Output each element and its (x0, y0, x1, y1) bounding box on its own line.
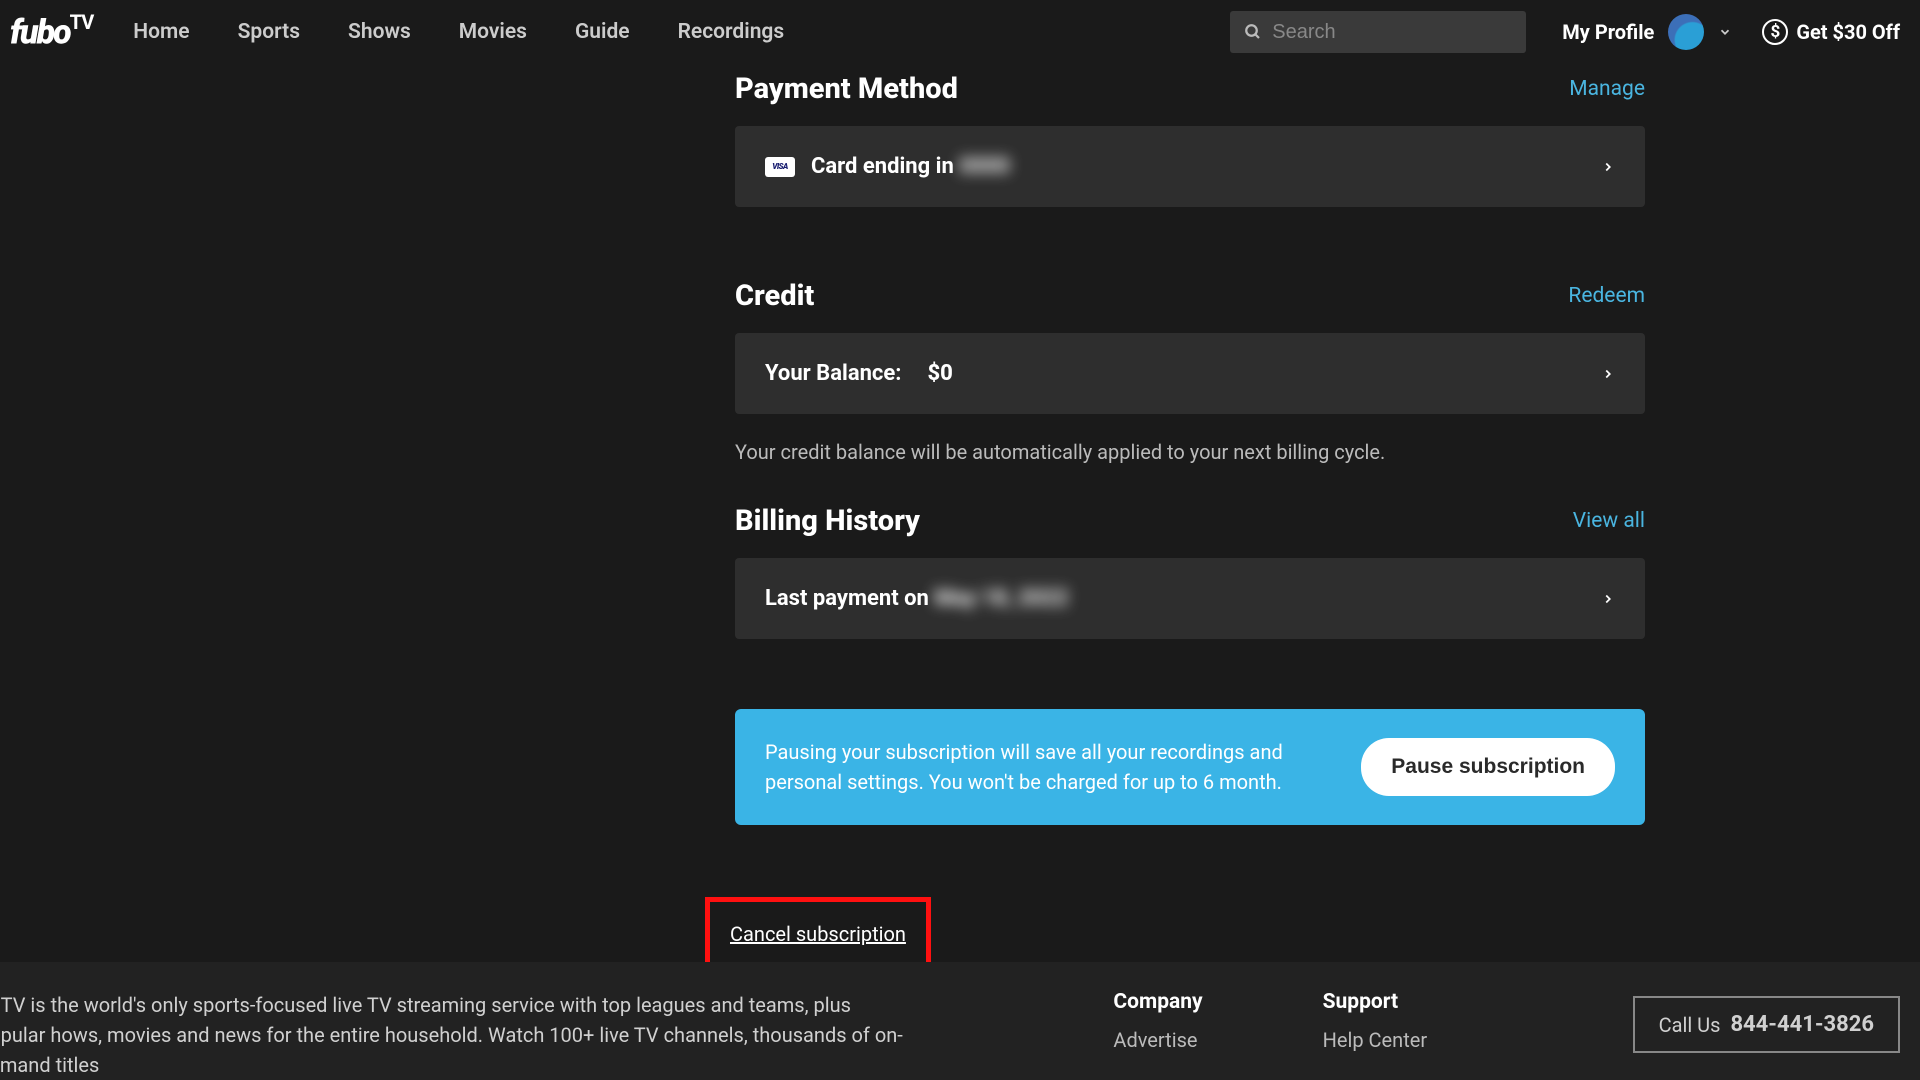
footer-company-title: Company (1113, 990, 1202, 1014)
promo-link[interactable]: $ Get $30 Off (1762, 19, 1900, 45)
cancel-highlight-box: Cancel subscription (705, 897, 931, 971)
credit-header: Credit Redeem (735, 279, 1645, 313)
pause-subscription-button[interactable]: Pause subscription (1361, 738, 1615, 796)
logo-text: fubo (10, 12, 70, 52)
profile-label: My Profile (1562, 20, 1654, 44)
payment-method-card[interactable]: VISA Card ending in 0000 (735, 126, 1645, 207)
billing-header: Billing History View all (735, 504, 1645, 538)
payment-manage-link[interactable]: Manage (1569, 77, 1645, 101)
footer-support-col: Support Help Center (1323, 990, 1428, 1052)
call-number: 844-441-3826 (1730, 1012, 1874, 1037)
card-ending-text: Card ending in 0000 (811, 154, 1010, 179)
footer-support-title: Support (1323, 990, 1428, 1014)
search-box[interactable] (1230, 11, 1526, 53)
footer-help-link[interactable]: Help Center (1323, 1028, 1428, 1052)
credit-section: Credit Redeem Your Balance: $0 Your cred… (735, 279, 1645, 464)
balance-left: Your Balance: $0 (765, 361, 953, 386)
billing-viewall-link[interactable]: View all (1573, 509, 1645, 533)
pause-text: Pausing your subscription will save all … (765, 737, 1295, 797)
profile-dropdown[interactable]: My Profile (1562, 14, 1732, 50)
chevron-down-icon (1718, 25, 1732, 39)
nav-home[interactable]: Home (133, 20, 189, 44)
billing-title: Billing History (735, 504, 920, 538)
balance-value: $0 (927, 361, 952, 386)
last-payment-text: Last payment on May 18, 2022 (765, 586, 1068, 611)
logo[interactable]: fuboTV (10, 12, 93, 52)
pause-banner: Pausing your subscription will save all … (735, 709, 1645, 825)
footer-company-col: Company Advertise (1113, 990, 1202, 1052)
header: fuboTV Home Sports Shows Movies Guide Re… (0, 0, 1920, 64)
search-input[interactable] (1272, 21, 1512, 44)
logo-suffix: TV (70, 10, 94, 34)
chevron-right-icon (1601, 592, 1615, 606)
main-nav: Home Sports Shows Movies Guide Recording… (133, 20, 1230, 44)
nav-recordings[interactable]: Recordings (678, 20, 785, 44)
nav-guide[interactable]: Guide (575, 20, 630, 44)
chevron-right-icon (1601, 367, 1615, 381)
billing-section: Billing History View all Last payment on… (735, 504, 1645, 639)
promo-text: Get $30 Off (1796, 20, 1900, 44)
call-us-box[interactable]: Call Us 844-441-3826 (1633, 996, 1900, 1053)
lastpay-left: Last payment on May 18, 2022 (765, 586, 1068, 611)
last-payment-date: May 18, 2022 (934, 586, 1068, 611)
credit-balance-card[interactable]: Your Balance: $0 (735, 333, 1645, 414)
credit-redeem-link[interactable]: Redeem (1568, 284, 1645, 308)
avatar (1668, 14, 1704, 50)
visa-icon: VISA (765, 157, 795, 177)
card-left: VISA Card ending in 0000 (765, 154, 1010, 179)
nav-movies[interactable]: Movies (459, 20, 527, 44)
card-last4: 0000 (959, 154, 1010, 179)
nav-shows[interactable]: Shows (348, 20, 411, 44)
credit-title: Credit (735, 279, 814, 313)
dollar-icon: $ (1762, 19, 1788, 45)
balance-label: Your Balance: (765, 361, 901, 386)
nav-sports[interactable]: Sports (238, 20, 300, 44)
credit-helper-text: Your credit balance will be automaticall… (735, 440, 1645, 464)
cancel-subscription-link[interactable]: Cancel subscription (730, 922, 906, 946)
footer: boTV is the world's only sports-focused … (0, 962, 1920, 1080)
cancel-wrapper: Cancel subscription (705, 897, 1645, 971)
search-icon (1244, 23, 1262, 41)
last-payment-card[interactable]: Last payment on May 18, 2022 (735, 558, 1645, 639)
chevron-right-icon (1601, 160, 1615, 174)
footer-columns: Company Advertise Support Help Center (1113, 990, 1427, 1052)
payment-title: Payment Method (735, 72, 958, 106)
main-content: Payment Method Manage VISA Card ending i… (735, 64, 1645, 971)
payment-header: Payment Method Manage (735, 72, 1645, 106)
call-label: Call Us (1659, 1013, 1721, 1037)
footer-advertise-link[interactable]: Advertise (1113, 1028, 1197, 1052)
footer-description: boTV is the world's only sports-focused … (0, 990, 908, 1080)
